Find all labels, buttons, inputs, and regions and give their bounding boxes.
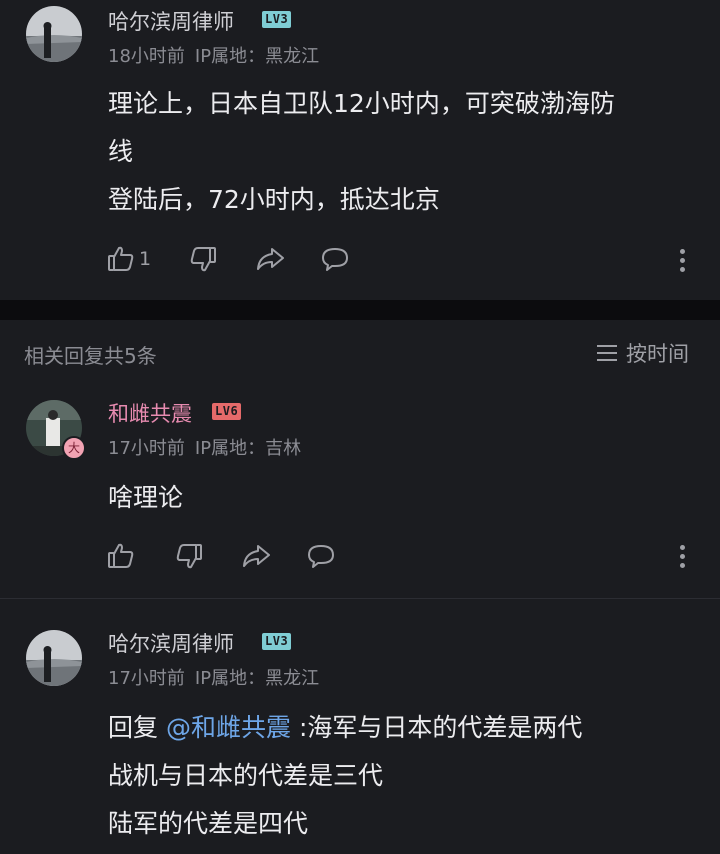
comment-line: 线: [108, 137, 134, 166]
dislike-button[interactable]: [174, 541, 204, 571]
comment-button[interactable]: [320, 244, 350, 274]
timestamp: 17小时前: [108, 668, 185, 689]
ip-location: IP属地：黑龙江: [194, 46, 320, 67]
comment-line: 战机与日本的代差是三代: [108, 761, 384, 790]
comment-line: 陆军的代差是四代: [108, 809, 309, 838]
mention-link[interactable]: @和雌共震: [166, 713, 291, 742]
comment-icon: [308, 545, 334, 568]
ip-location: IP属地：黑龙江: [194, 668, 320, 689]
thumbs-up-icon: [108, 543, 134, 568]
like-button[interactable]: [106, 541, 136, 571]
username[interactable]: 和雌共震: [108, 398, 192, 428]
reply-prefix: 回复: [108, 713, 159, 742]
like-count: 1: [139, 248, 152, 270]
thumbs-down-icon: [176, 544, 202, 569]
reply-divider: [0, 598, 720, 599]
avatar[interactable]: [26, 6, 82, 62]
comment-line: 理论上，日本自卫队12小时内，可突破渤海防: [108, 89, 615, 118]
username[interactable]: 哈尔滨周律师: [108, 628, 234, 658]
comment-line: 啥理论: [108, 483, 184, 512]
comment-meta: 17小时前 IP属地：吉林: [108, 434, 311, 460]
more-vertical-icon[interactable]: [680, 545, 686, 572]
thumbs-up-icon: [108, 246, 134, 271]
comment-body: 理论上，日本自卫队12小时内，可突破渤海防 线 登陆后，72小时内，抵达北京: [108, 80, 615, 224]
username[interactable]: 哈尔滨周律师: [108, 6, 234, 36]
avatar-image: [26, 6, 82, 62]
like-button[interactable]: 1: [106, 244, 151, 274]
avatar[interactable]: [26, 630, 82, 686]
comment-icon: [322, 248, 348, 271]
comment-meta: 17小时前 IP属地：黑龙江: [108, 664, 329, 690]
ip-location: IP属地：吉林: [194, 438, 302, 459]
comment-button[interactable]: [306, 541, 336, 571]
verified-badge: 大: [62, 436, 86, 460]
reply-body: 啥理论: [108, 474, 183, 522]
timestamp: 18小时前: [108, 46, 185, 67]
replies-count-label: 相关回复共5条: [24, 344, 157, 368]
dislike-button[interactable]: [188, 244, 218, 274]
sort-button[interactable]: 按时间: [596, 338, 689, 368]
comment-line: 登陆后，72小时内，抵达北京: [108, 185, 440, 214]
share-button[interactable]: [240, 541, 272, 571]
sort-label: 按时间: [626, 342, 689, 366]
sort-lines-icon: [597, 345, 617, 361]
comment-meta: 18小时前 IP属地：黑龙江: [108, 42, 329, 68]
more-vertical-icon[interactable]: [680, 249, 686, 276]
share-button[interactable]: [254, 244, 286, 274]
share-icon: [257, 248, 284, 270]
comment-line: 回复 @和雌共震 :海军与日本的代差是两代: [108, 704, 582, 752]
level-badge: LV3: [262, 11, 292, 28]
timestamp: 17小时前: [108, 438, 185, 459]
reply-body: 回复 @和雌共震 :海军与日本的代差是两代 战机与日本的代差是三代 陆军的代差是…: [108, 704, 582, 848]
thumbs-down-icon: [190, 247, 216, 272]
main-comment-card: 哈尔滨周律师 LV3 18小时前 IP属地：黑龙江 理论上，日本自卫队12小时内，…: [0, 0, 720, 300]
level-badge: LV3: [262, 633, 292, 650]
level-badge: LV6: [212, 403, 242, 420]
avatar-image: [26, 630, 82, 686]
section-separator: [0, 300, 720, 320]
share-icon: [243, 545, 270, 567]
reply-text: :海军与日本的代差是两代: [298, 713, 583, 742]
